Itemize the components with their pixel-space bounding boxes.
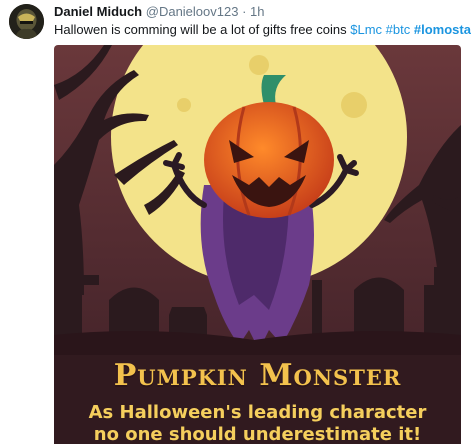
author-handle[interactable]: @Danieloov123: [146, 4, 239, 19]
hashtag-btc[interactable]: #btc: [386, 22, 411, 37]
cashtag-lmc[interactable]: $Lmc: [350, 22, 382, 37]
author-avatar[interactable]: [9, 4, 44, 39]
tweet-media-image[interactable]: Pumpkin Monster As Halloween's leading c…: [54, 45, 461, 444]
tweet-header: Daniel Miduch @Danieloov123 · 1h: [54, 4, 265, 20]
masked-figure-icon: [9, 4, 44, 39]
poster-subtitle-line-2: no one should underestimate it!: [93, 424, 422, 444]
tweet: Daniel Miduch @Danieloov123 · 1h Hallowe…: [0, 0, 471, 444]
separator-dot: ·: [242, 4, 247, 19]
poster-subtitle: As Halloween's leading character no one …: [54, 402, 461, 444]
author-name[interactable]: Daniel Miduch: [54, 4, 142, 19]
tweet-text: Hallowen is comming will be a lot of gif…: [54, 22, 471, 38]
tweet-timestamp[interactable]: 1h: [250, 4, 264, 19]
poster-title: Pumpkin Monster: [113, 358, 402, 393]
poster-subtitle-line-1: As Halloween's leading character: [88, 402, 427, 423]
hashtag-lomostar[interactable]: #lomostar: [414, 22, 471, 37]
tweet-body: Hallowen is comming will be a lot of gif…: [54, 22, 351, 37]
